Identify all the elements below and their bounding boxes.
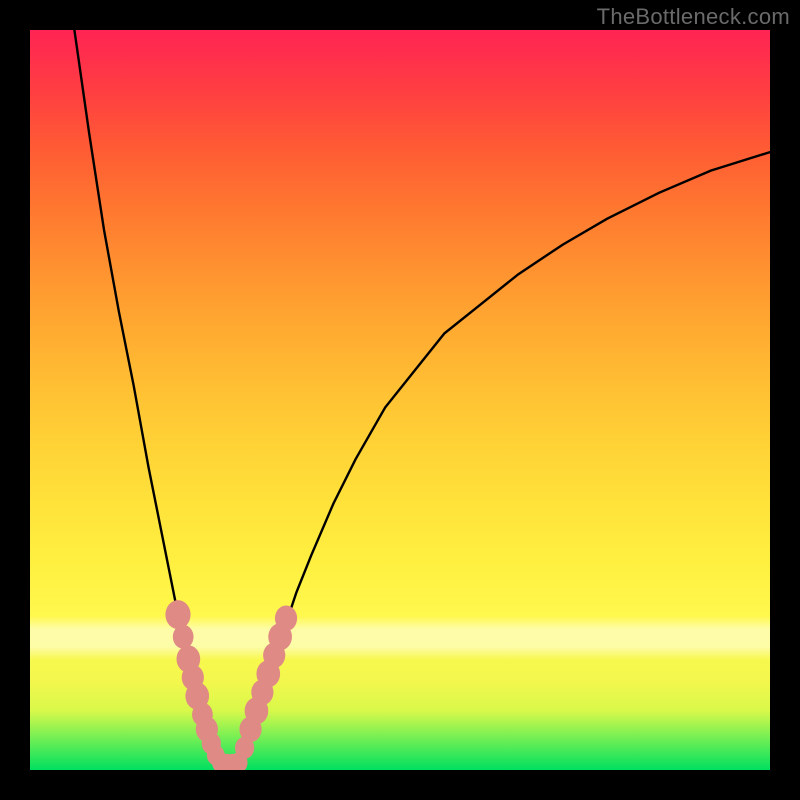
- plot-area: [30, 30, 770, 770]
- bead-left-0: [165, 600, 190, 629]
- chart-svg: [30, 30, 770, 770]
- outer-frame: TheBottleneck.com: [0, 0, 800, 800]
- bead-left-1: [173, 625, 194, 649]
- watermark: TheBottleneck.com: [597, 4, 790, 30]
- bead-right-7: [275, 606, 297, 632]
